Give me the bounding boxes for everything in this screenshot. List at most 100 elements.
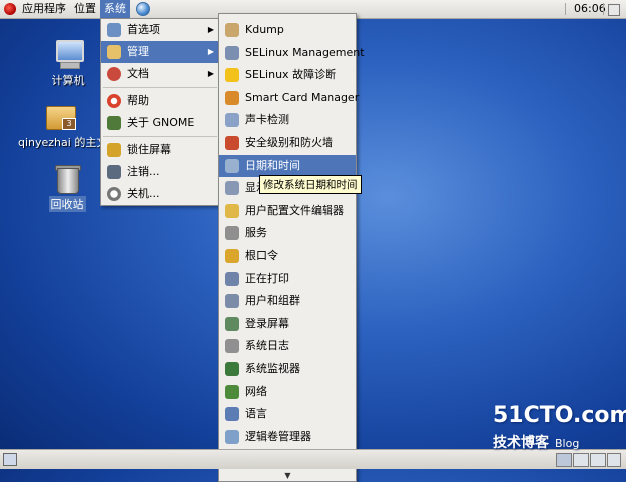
tooltip: 修改系统日期和时间 (259, 175, 362, 194)
web-browser-launcher-icon[interactable] (136, 2, 150, 16)
admin-menu-item[interactable]: 系统日志 (219, 335, 356, 358)
bottom-panel (0, 449, 626, 469)
language-icon (225, 407, 239, 422)
admin-menu-item[interactable]: 登录屏幕 (219, 313, 356, 336)
menu-separator (103, 87, 217, 88)
admin-menu-item[interactable]: 逻辑卷管理器 (219, 426, 356, 449)
admin-menu-item[interactable]: Kdump (219, 19, 356, 42)
menu-item-label: 根口令 (245, 248, 278, 262)
panel-separator (565, 3, 566, 15)
menu-item-label: SELinux 故障诊断 (245, 68, 337, 82)
login-screen-icon (225, 316, 239, 331)
users-groups-icon (225, 294, 239, 309)
menu-item-label: 用户和组群 (245, 294, 300, 308)
system-dropdown-menu: 首选项 ▶ 管理 ▶ 文档 ▶ 帮助 关于 GNOME 锁住屏幕 注销... 关… (100, 18, 220, 206)
menu-item-preferences[interactable]: 首选项 ▶ (101, 19, 219, 41)
system-monitor-icon (225, 361, 239, 376)
admin-menu-item[interactable]: 日期和时间 (219, 154, 356, 178)
admin-menu-item[interactable]: 服务 (219, 222, 356, 245)
admin-menu-item[interactable]: SELinux Management (219, 42, 365, 65)
panel-menu-bar: 应用程序 位置 系统 (0, 0, 150, 18)
workspace-switcher-4[interactable] (607, 453, 621, 467)
shutdown-icon (107, 187, 121, 201)
watermark-blog: Blog (555, 437, 580, 450)
workspace-switcher-3[interactable] (590, 453, 606, 467)
speaker-icon (225, 113, 239, 128)
documents-icon (107, 67, 121, 81)
workspace-switcher-2[interactable] (573, 453, 589, 467)
admin-menu-item[interactable]: 正在打印 (219, 268, 356, 291)
selinux-icon (225, 45, 239, 60)
admin-menu-item[interactable]: 安全级别和防火墙 (219, 132, 356, 155)
menu-item-shutdown[interactable]: 关机... (101, 183, 219, 205)
redhat-logo-icon (4, 3, 16, 15)
desktop-icon-home[interactable]: 3 qinyezhai 的主文件 (16, 100, 118, 150)
admin-menu-item[interactable]: SELinux 故障诊断 (219, 64, 356, 87)
places-menu[interactable]: 位置 (70, 0, 100, 18)
firewall-icon (225, 135, 239, 150)
network-icon (225, 384, 239, 399)
admin-menu-item[interactable]: 用户配置文件编辑器 (219, 200, 356, 223)
system-log-icon (225, 339, 239, 354)
services-gear-icon (225, 226, 239, 241)
menu-item-label: 正在打印 (245, 271, 289, 285)
computer-icon (52, 38, 84, 70)
menu-item-label: 声卡检测 (245, 113, 289, 127)
administration-icon (107, 45, 121, 59)
show-desktop-icon[interactable] (3, 453, 17, 466)
menu-item-label: 安全级别和防火墙 (245, 135, 333, 149)
submenu-arrow-icon: ▶ (207, 25, 214, 34)
menu-item-label: 系统监视器 (245, 361, 300, 375)
menu-item-logout[interactable]: 注销... (101, 161, 219, 183)
menu-item-help[interactable]: 帮助 (101, 90, 219, 112)
lock-icon (107, 143, 121, 157)
admin-menu-item[interactable]: 用户和组群 (219, 290, 356, 313)
date-time-icon (225, 158, 239, 173)
menu-item-label: 服务 (245, 226, 267, 240)
admin-menu-item[interactable]: 网络 (219, 381, 356, 404)
menu-item-label: SELinux Management (245, 45, 365, 59)
menu-item-about-gnome[interactable]: 关于 GNOME (101, 112, 219, 134)
admin-menu-item[interactable]: 系统监视器 (219, 358, 356, 381)
desktop-icon-label: 回收站 (48, 196, 86, 212)
logout-icon (107, 165, 121, 179)
menu-item-label: Smart Card Manager (245, 90, 360, 104)
menu-item-label: 关机... (127, 187, 160, 200)
menu-item-label: 用户配置文件编辑器 (245, 203, 344, 217)
system-menu[interactable]: 系统 (100, 0, 130, 18)
menu-item-documents[interactable]: 文档 ▶ (101, 63, 219, 85)
desktop-icon-computer[interactable]: 计算机 (24, 38, 112, 88)
desktop-icon-label: 计算机 (51, 74, 85, 87)
menu-item-lock-screen[interactable]: 锁住屏幕 (101, 139, 219, 161)
notification-area-icon[interactable] (608, 4, 620, 16)
smart-card-icon (225, 90, 239, 105)
admin-menu-item[interactable]: 声卡检测 (219, 109, 356, 132)
admin-menu-item[interactable]: 语言 (219, 403, 356, 426)
menu-item-label: Kdump (245, 23, 284, 36)
menu-item-label: 语言 (245, 407, 267, 421)
menu-item-label: 文档 (127, 67, 149, 80)
lvm-icon (225, 429, 239, 444)
administration-submenu: Kdump SELinux Management SELinux 故障诊断 Smart… (218, 13, 365, 482)
menu-item-label: 网络 (245, 384, 267, 398)
menu-item-label: 系统日志 (245, 339, 289, 353)
clock[interactable]: 06:06 (574, 0, 606, 18)
desktop-icon-trash[interactable]: 回收站 (23, 162, 111, 212)
applications-menu[interactable]: 应用程序 (18, 0, 70, 18)
trash-icon (51, 162, 83, 194)
submenu-arrow-icon: ▶ (207, 69, 214, 78)
scroll-down-arrow-icon[interactable]: ▼ (219, 471, 356, 481)
root-password-icon (225, 248, 239, 263)
printer-icon (225, 271, 239, 286)
menu-item-label: 日期和时间 (245, 158, 300, 172)
workspace-switcher-1[interactable] (556, 453, 572, 467)
watermark-site: 51CTO.com (493, 403, 626, 428)
menu-item-label: 锁住屏幕 (127, 143, 171, 156)
help-icon (107, 94, 121, 108)
menu-item-label: 登录屏幕 (245, 316, 289, 330)
submenu-arrow-icon: ▶ (207, 47, 214, 56)
admin-menu-item[interactable]: 根口令 (219, 245, 356, 268)
admin-menu-item[interactable]: Smart Card Manager (219, 87, 360, 110)
menu-item-label: 帮助 (127, 94, 149, 107)
menu-item-administration[interactable]: 管理 ▶ (101, 41, 219, 63)
